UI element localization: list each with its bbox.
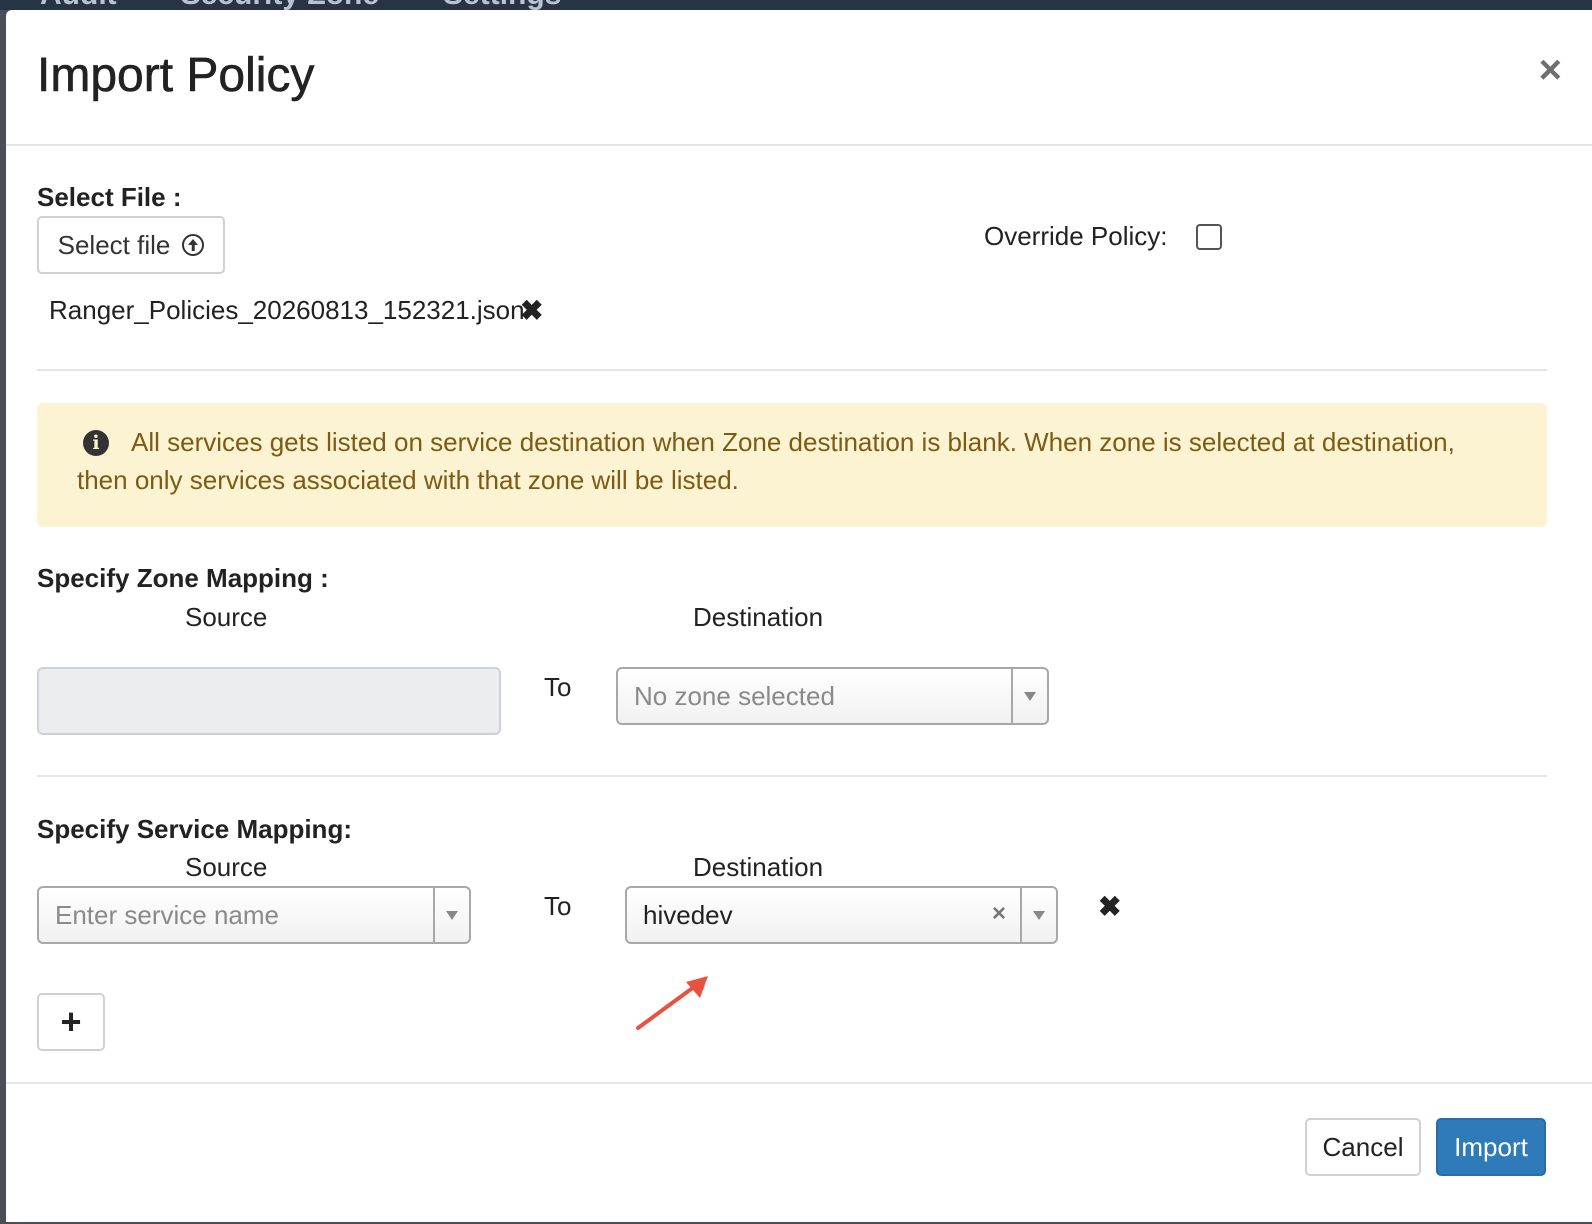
select-file-button[interactable]: Select file <box>37 216 225 274</box>
add-mapping-row-button[interactable]: + <box>37 993 105 1051</box>
divider <box>37 775 1547 777</box>
remove-mapping-row-icon[interactable]: ✖ <box>1098 890 1121 923</box>
info-alert-text: All services gets listed on service dest… <box>77 427 1455 495</box>
remove-file-icon[interactable]: ✖ <box>520 294 543 327</box>
service-destination-dropdown-toggle[interactable] <box>1020 888 1056 942</box>
modal-header: Import Policy × <box>6 10 1592 146</box>
zone-source-input <box>37 667 501 735</box>
zone-to-label: To <box>544 672 572 702</box>
override-policy-checkbox[interactable] <box>1196 224 1222 250</box>
service-source-placeholder: Enter service name <box>55 899 279 930</box>
background-nav-bar: Audit Security Zone Settings <box>0 0 1592 10</box>
zone-destination-header: Destination <box>693 602 824 632</box>
service-to-label: To <box>544 891 572 921</box>
upload-icon <box>182 234 205 256</box>
zone-destination-select[interactable]: No zone selected <box>616 667 1049 725</box>
modal-title: Import Policy <box>37 49 315 103</box>
modal-footer: Cancel Import <box>6 1082 1592 1224</box>
chevron-down-icon <box>1024 691 1036 701</box>
info-alert: i All services gets listed on service des… <box>37 403 1547 527</box>
info-icon: i <box>83 430 109 456</box>
zone-destination-placeholder: No zone selected <box>634 680 835 711</box>
select-file-label: Select File : <box>37 182 182 212</box>
import-button[interactable]: Import <box>1436 1118 1546 1176</box>
select-file-button-label: Select file <box>57 229 171 260</box>
nav-item-settings: Settings <box>443 0 561 10</box>
zone-destination-dropdown-toggle[interactable] <box>1011 669 1047 723</box>
divider <box>37 369 1547 371</box>
close-icon[interactable]: × <box>1539 50 1562 90</box>
chevron-down-icon <box>446 910 458 920</box>
import-policy-modal: Import Policy × Select File : Select fil… <box>6 10 1592 1222</box>
service-destination-header: Destination <box>693 852 824 882</box>
service-source-select[interactable]: Enter service name <box>37 886 471 944</box>
selected-file-name: Ranger_Policies_20260813_152321.json <box>49 295 525 325</box>
nav-item-security-zone: Security Zone <box>181 0 379 10</box>
service-destination-value: hivedev <box>643 899 733 930</box>
annotation-arrow-icon <box>636 976 708 1030</box>
override-policy-label: Override Policy: <box>984 221 1168 251</box>
zone-mapping-heading: Specify Zone Mapping : <box>37 563 329 593</box>
service-source-dropdown-toggle[interactable] <box>433 888 469 942</box>
zone-source-header: Source <box>185 602 268 632</box>
chevron-down-icon <box>1033 910 1045 920</box>
nav-item-audit: Audit <box>40 0 117 10</box>
service-destination-select[interactable]: hivedev × <box>625 886 1058 944</box>
cancel-button[interactable]: Cancel <box>1305 1118 1421 1176</box>
service-source-header: Source <box>185 852 268 882</box>
service-mapping-heading: Specify Service Mapping: <box>37 814 352 844</box>
clear-selection-icon[interactable]: × <box>992 900 1006 928</box>
